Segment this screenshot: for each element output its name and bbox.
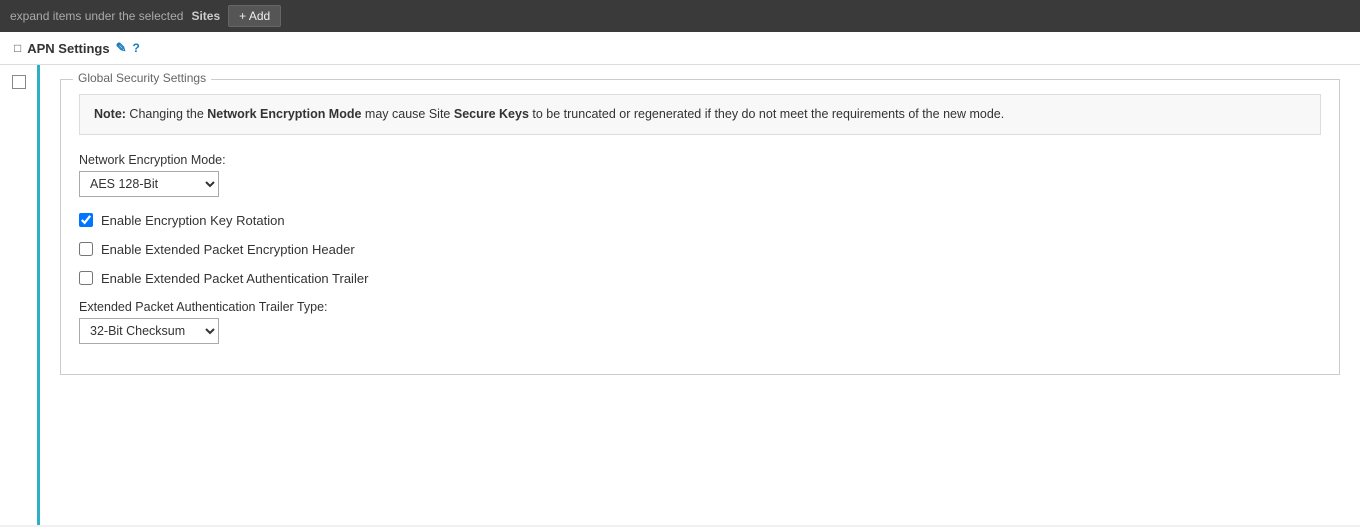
main-layout: Global Security Settings Note: Changing … [0,65,1360,525]
global-security-settings-group: Global Security Settings Note: Changing … [60,79,1340,375]
encryption-mode-group: Network Encryption Mode: AES 128-Bit AES… [79,153,1321,197]
breadcrumb-text: expand items under the selected [10,9,183,23]
checkbox-rotation[interactable] [79,213,93,227]
checkbox-ext-header-label[interactable]: Enable Extended Packet Encryption Header [101,242,355,257]
checkbox-rotation-label[interactable]: Enable Encryption Key Rotation [101,213,285,228]
tree-indent [0,65,40,525]
help-icon[interactable]: ? [133,41,140,55]
note-bold2: Secure Keys [454,107,529,121]
note-text2: may cause Site [361,107,453,121]
checkbox-auth-trailer-label[interactable]: Enable Extended Packet Authentication Tr… [101,271,368,286]
encryption-mode-label: Network Encryption Mode: [79,153,1321,167]
tree-icon [12,75,26,89]
checkbox-rotation-row: Enable Encryption Key Rotation [79,213,1321,228]
checkbox-auth-trailer[interactable] [79,271,93,285]
note-bold1: Network Encryption Mode [207,107,361,121]
auth-trailer-type-group: Extended Packet Authentication Trailer T… [79,300,1321,344]
note-text1: Changing the [129,107,207,121]
collapse-icon[interactable]: □ [14,41,21,55]
left-indent [0,65,40,525]
content-area: Global Security Settings Note: Changing … [40,65,1360,525]
checkbox-auth-trailer-row: Enable Extended Packet Authentication Tr… [79,271,1321,286]
checkbox-ext-header[interactable] [79,242,93,256]
sites-label: Sites [191,9,220,23]
add-button[interactable]: + Add [228,5,281,27]
top-bar: expand items under the selected Sites + … [0,0,1360,32]
note-text3: to be truncated or regenerated if they d… [529,107,1004,121]
auth-trailer-type-select[interactable]: 32-Bit Checksum CRC-16 MD5 [79,318,219,344]
section-title: APN Settings [27,41,109,56]
section-header: □ APN Settings ✎ ? [0,32,1360,65]
encryption-mode-select[interactable]: AES 128-Bit AES 256-Bit None [79,171,219,197]
edit-icon[interactable]: ✎ [116,40,127,56]
note-box: Note: Changing the Network Encryption Mo… [79,94,1321,135]
checkbox-ext-header-row: Enable Extended Packet Encryption Header [79,242,1321,257]
auth-trailer-type-label: Extended Packet Authentication Trailer T… [79,300,1321,314]
group-legend: Global Security Settings [73,71,211,85]
note-prefix: Note: [94,107,129,121]
